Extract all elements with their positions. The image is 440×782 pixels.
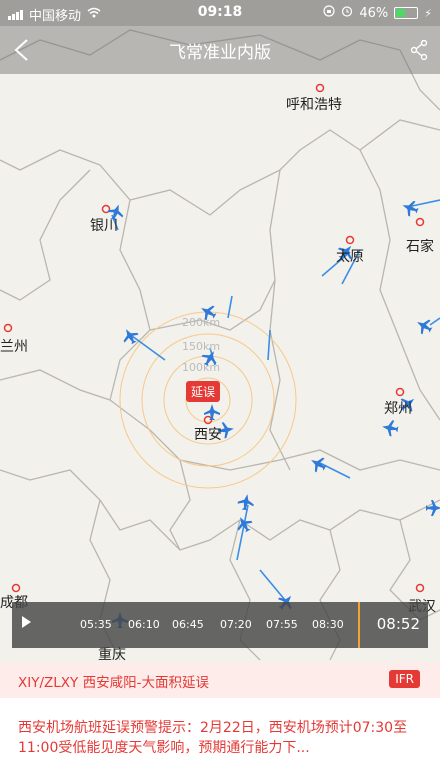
ifr-badge: IFR [389,670,420,688]
delay-marker[interactable]: 延误 [186,381,221,402]
city-label-zhengzhou: 郑州 [384,401,412,417]
charging-icon: ⚡ [424,6,432,20]
range-ring-label: 200km [182,316,221,329]
range-ring-label: 100km [182,361,221,374]
delay-notice-text: 西安机场航班延误预警提示：2月22日，西安机场预计07:30至11:00受低能见… [18,720,408,756]
city-label-lanzhou: 兰州 [0,339,28,355]
page-title: 飞常准业内版 [169,43,271,63]
airport-status: XIY/ZLXY 西安咸阳-大面积延误 [18,675,209,691]
city-label-taiyuan: 太原 [336,249,364,265]
timeline-tick: 07:20 [220,618,252,631]
share-icon[interactable] [410,40,428,60]
timeline-tick: 05:35 [80,618,112,631]
timeline-tick: 06:10 [128,618,160,631]
airport-info-bar[interactable]: XIY/ZLXY 西安咸阳-大面积延误 IFR [0,662,440,698]
timeline-tick: 08:30 [312,618,344,631]
battery-percent: 46% [359,5,389,21]
orientation-lock-icon [323,5,335,21]
city-label-shijiazhuang: 石家 [406,239,434,255]
battery-icon [394,7,419,19]
nav-header: 飞常准业内版 [0,26,440,74]
timeline-tick: 06:45 [172,618,204,631]
delay-notice[interactable]: 西安机场航班延误预警提示：2月22日，西安机场预计07:30至11:00受低能见… [0,698,440,782]
replay-timeline[interactable]: 05:35 06:10 06:45 07:20 07:55 08:30 08:5… [12,602,428,648]
city-label-yinchuan: 银川 [90,218,118,234]
status-bar: 中国移动 09:18 46% ⚡ [0,0,440,26]
current-time: 08:52 [376,615,420,633]
timeline-scrubber[interactable] [358,602,360,648]
alarm-icon [341,5,353,21]
city-label-hohhot: 呼和浩特 [286,97,342,113]
city-label-xian: 西安 [194,427,222,443]
range-ring-label: 150km [182,340,221,353]
timeline-tick: 07:55 [266,618,298,631]
play-icon[interactable] [22,616,31,628]
